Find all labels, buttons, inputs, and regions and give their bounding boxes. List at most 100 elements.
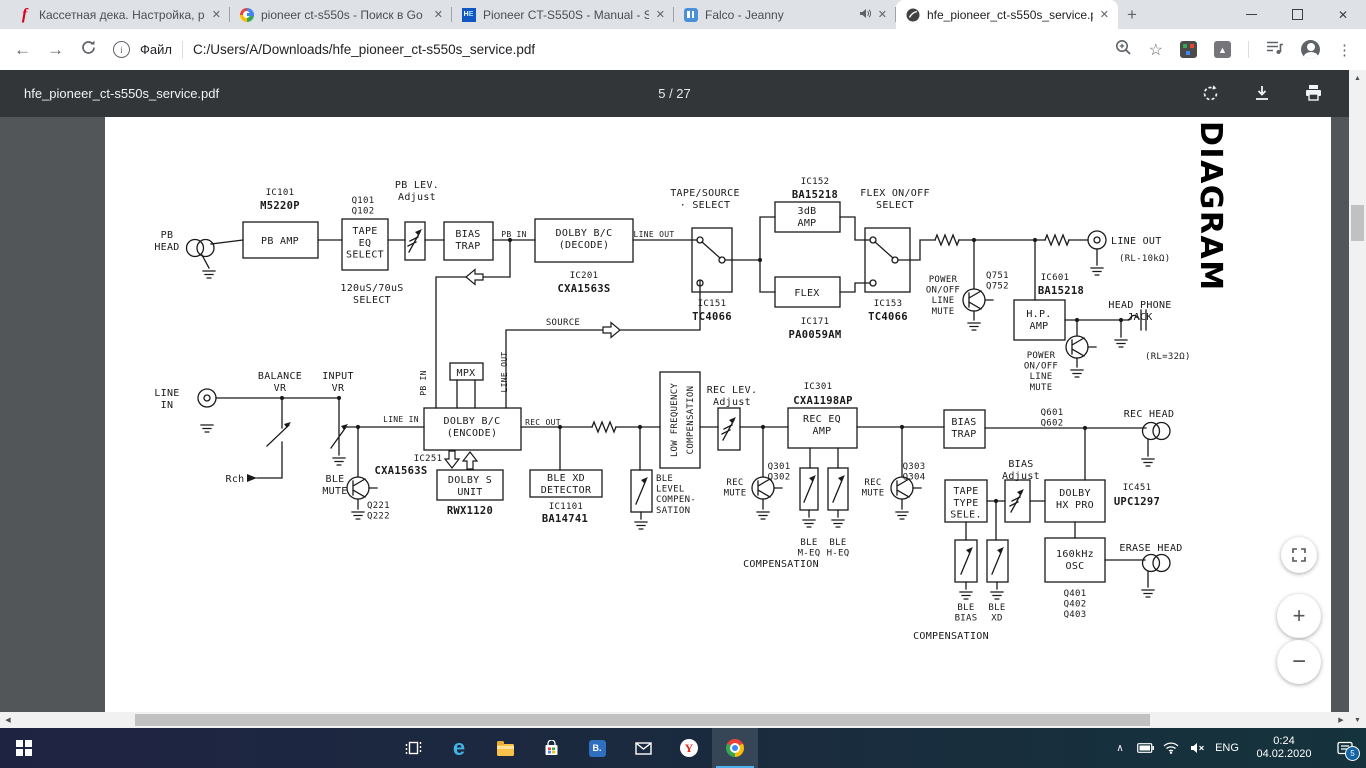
hidden-icons-chevron[interactable]: ∧	[1108, 728, 1132, 768]
b-app-button[interactable]: B.	[574, 728, 620, 768]
level-arrow-icon	[991, 546, 1005, 575]
windows-taskbar: e B. Y ∧ ENG 0:24 04.02.2020 5	[0, 728, 1366, 768]
tab-falco-jeanny[interactable]: Falco - Jeanny ✕	[674, 0, 896, 29]
dolby-decode-label: DOLBY B/C (DECODE)	[556, 228, 613, 251]
action-center-button[interactable]: 5	[1324, 728, 1366, 768]
print-icon[interactable]	[1304, 84, 1323, 103]
compensation-label: COMPENSATION	[743, 559, 819, 570]
ic451-label: IC451	[1123, 483, 1152, 493]
f-logo-icon: f	[21, 6, 28, 23]
scroll-left-icon[interactable]: ◀	[0, 712, 16, 728]
edge-button[interactable]: e	[436, 728, 482, 768]
site-info-icon[interactable]: i	[113, 41, 130, 58]
rotate-icon[interactable]	[1201, 84, 1220, 103]
zoom-in-button[interactable]: +	[1277, 594, 1321, 638]
language-indicator[interactable]: ENG	[1210, 728, 1244, 768]
start-button[interactable]	[0, 728, 48, 768]
fit-page-button[interactable]	[1281, 537, 1317, 573]
rec-out-label: REC OUT	[525, 418, 561, 427]
profile-avatar[interactable]	[1301, 40, 1320, 59]
pb-lev-label: PB LEV. Adjust	[395, 180, 439, 203]
tab-close-icon[interactable]: ✕	[1100, 8, 1109, 21]
pdf-page: PB HEAD IC101 M5220P PB AMP Q101 Q102 TAPE…	[105, 117, 1331, 712]
horizontal-scroll-thumb[interactable]	[135, 714, 1150, 726]
amp3db-label: 3dB AMP	[798, 206, 817, 229]
power-mute-label: POWER ON/OFF LINE MUTE	[1024, 351, 1058, 393]
divider	[1248, 41, 1249, 58]
ic1101-label: IC1101	[549, 502, 583, 512]
new-tab-button[interactable]: +	[1118, 0, 1146, 29]
reload-icon[interactable]	[80, 39, 97, 61]
tab-service-pdf-active[interactable]: hfe_pioneer_ct-s550s_service.p ✕	[896, 0, 1118, 29]
close-button[interactable]: ✕	[1320, 0, 1366, 29]
acrobat-extension-icon[interactable]: ▲	[1214, 41, 1231, 58]
vertical-scrollbar[interactable]: ▲ ▼	[1349, 70, 1366, 728]
ic152-label: IC152	[801, 177, 830, 187]
browser-menu-icon[interactable]: ⋮	[1337, 41, 1352, 59]
scroll-up-icon[interactable]: ▲	[1349, 70, 1366, 86]
tab-close-icon[interactable]: ✕	[878, 8, 887, 21]
zoom-page-icon[interactable]	[1115, 39, 1132, 61]
bookmark-star-icon[interactable]: ☆	[1149, 40, 1163, 60]
q101-label: Q101 Q102	[352, 196, 375, 217]
microsoft-store-button[interactable]	[528, 728, 574, 768]
clock-time: 0:24	[1273, 734, 1295, 747]
q301-label: Q301 Q302	[768, 462, 791, 483]
ble-xd-label: BLE XD	[988, 603, 1005, 624]
rl10k-label: (RL-10kΩ)	[1119, 254, 1170, 264]
balance-vr-label: BALANCE VR	[258, 371, 302, 394]
chrome-button-active[interactable]	[712, 728, 758, 768]
scroll-down-icon[interactable]: ▼	[1349, 712, 1366, 728]
scroll-right-icon[interactable]: ▶	[1333, 712, 1349, 728]
cxa1198ap-label: CXA1198AP	[793, 395, 853, 407]
zoom-out-button[interactable]: −	[1277, 640, 1321, 684]
yandex-icon: Y	[680, 739, 698, 757]
back-icon[interactable]: ←	[14, 40, 31, 60]
minimize-button[interactable]	[1228, 0, 1274, 29]
file-explorer-button[interactable]	[482, 728, 528, 768]
transistor-q601-icon	[1065, 335, 1089, 359]
volume-muted-icon[interactable]	[1184, 728, 1210, 768]
media-queue-icon[interactable]	[1266, 40, 1284, 60]
open-arrow-right-icon	[602, 321, 621, 339]
wifi-icon[interactable]	[1158, 728, 1184, 768]
pdf-viewer[interactable]: PB HEAD IC101 M5220P PB AMP Q101 Q102 TAPE…	[0, 117, 1349, 712]
mpx-label: MPX	[457, 368, 476, 379]
tab-google-search[interactable]: pioneer ct-s550s - Поиск в Go ✕	[230, 0, 452, 29]
tab-cassette-deck[interactable]: f Кассетная дека. Настройка, р ✕	[8, 0, 230, 29]
pause-icon	[683, 7, 698, 22]
ic153-label: IC153	[874, 299, 903, 309]
forward-icon[interactable]: →	[47, 40, 64, 60]
open-arrow-down-icon	[443, 450, 461, 469]
diagram-title: DIAGRAM	[1193, 121, 1228, 292]
pb-amp-label: PB AMP	[261, 236, 299, 247]
tab-close-icon[interactable]: ✕	[656, 8, 665, 21]
task-view-button[interactable]	[390, 728, 436, 768]
google-icon	[239, 7, 254, 22]
tc4066-label: TC4066	[868, 311, 908, 323]
rec-mute-label: REC MUTE	[724, 478, 747, 499]
battery-icon[interactable]	[1132, 728, 1158, 768]
tab-close-icon[interactable]: ✕	[212, 8, 221, 21]
power-mute-label: POWER ON/OFF LINE MUTE	[926, 275, 960, 317]
line-out-jack-icon	[1087, 230, 1107, 250]
extension-icon[interactable]	[1180, 41, 1197, 58]
url-text[interactable]: C:/Users/A/Downloads/hfe_pioneer_ct-s550…	[193, 42, 535, 57]
omnibox[interactable]: i Файл C:/Users/A/Downloads/hfe_pioneer_…	[113, 41, 1099, 58]
ba15218-label: BA15218	[792, 189, 838, 201]
rec-head-icon	[1141, 421, 1171, 441]
clock[interactable]: 0:24 04.02.2020	[1244, 728, 1324, 768]
horizontal-scrollbar[interactable]: ◀ ▶	[0, 712, 1349, 728]
vertical-scroll-thumb[interactable]	[1351, 205, 1364, 241]
flex-label: FLEX	[794, 288, 819, 299]
ba15218-label: BA15218	[1038, 285, 1084, 297]
mail-button[interactable]	[620, 728, 666, 768]
yandex-browser-button[interactable]: Y	[666, 728, 712, 768]
tab-hifiengine[interactable]: HE Pioneer CT-S550S - Manual - S ✕	[452, 0, 674, 29]
tape-eq-label: TAPE EQ SELECT	[346, 226, 384, 261]
download-icon[interactable]	[1253, 84, 1271, 103]
maximize-button[interactable]	[1274, 0, 1320, 29]
erase-head-icon	[1141, 553, 1171, 573]
rec-head-label: REC HEAD	[1124, 409, 1175, 420]
tab-close-icon[interactable]: ✕	[434, 8, 443, 21]
